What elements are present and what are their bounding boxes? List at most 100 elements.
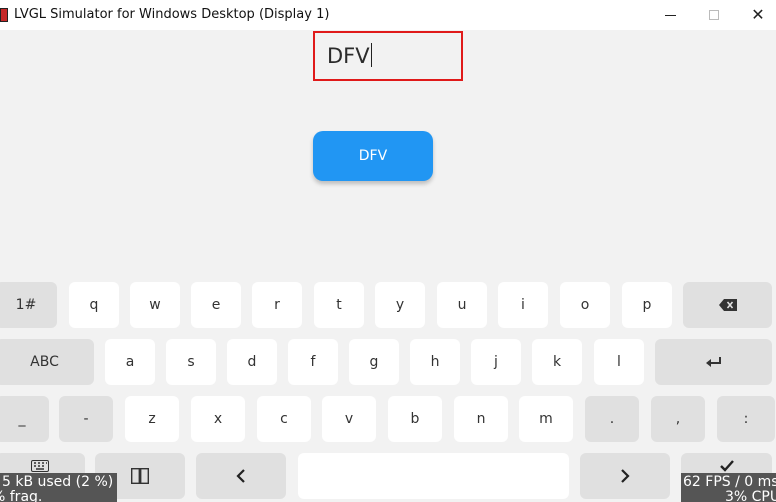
key-label: t [336, 297, 342, 313]
key-c[interactable]: c [257, 396, 311, 442]
minimize-icon [664, 14, 676, 16]
key-f[interactable]: f [288, 339, 338, 385]
dfv-button[interactable]: DFV [313, 131, 433, 181]
key-q[interactable]: q [69, 282, 119, 328]
key-label: . [609, 411, 615, 427]
maximize-icon [709, 10, 719, 20]
key-label: : [743, 411, 749, 427]
key-label: o [580, 297, 590, 313]
close-icon: ✕ [751, 5, 765, 24]
dfv-button-label: DFV [358, 148, 388, 164]
key-label: y [395, 297, 405, 313]
key-label: b [410, 411, 420, 427]
key-o[interactable]: o [560, 282, 610, 328]
key-y[interactable]: y [375, 282, 425, 328]
key-x[interactable]: x [191, 396, 245, 442]
key-l[interactable]: l [594, 339, 644, 385]
key-space[interactable] [298, 453, 569, 499]
key-underscore[interactable]: _ [0, 396, 49, 442]
memory-frag-text: % frag. [0, 489, 43, 502]
fps-text: 62 FPS / 0 ms [683, 474, 776, 490]
key-dash[interactable]: - [59, 396, 113, 442]
key-g[interactable]: g [349, 339, 399, 385]
key-label: w [149, 297, 161, 313]
key-label: u [457, 297, 467, 313]
key-n[interactable]: n [454, 396, 508, 442]
key-backspace[interactable] [683, 282, 772, 328]
text-area-value: DFV [327, 44, 370, 68]
maximize-button[interactable] [694, 0, 734, 30]
text-area[interactable]: DFV [313, 31, 463, 81]
key-e[interactable]: e [191, 282, 241, 328]
key-j[interactable]: j [471, 339, 521, 385]
key-i[interactable]: i [498, 282, 548, 328]
key-label: f [310, 354, 316, 370]
key-label: , [675, 411, 681, 427]
arrow-right-icon [621, 469, 630, 483]
key-abc-mode[interactable]: ABC [0, 339, 94, 385]
key-k[interactable]: k [532, 339, 582, 385]
text-cursor [370, 43, 373, 67]
key-a[interactable]: a [105, 339, 155, 385]
key-m[interactable]: m [519, 396, 573, 442]
window-title: LVGL Simulator for Windows Desktop (Disp… [14, 7, 330, 22]
key-label: a [125, 354, 135, 370]
app-icon [0, 8, 8, 22]
key-b[interactable]: b [388, 396, 442, 442]
ok-icon [719, 460, 734, 472]
text-direction-icon [131, 468, 149, 484]
key-arrow-left[interactable] [196, 453, 286, 499]
key-label: d [247, 354, 257, 370]
memory-monitor: 5 kB used (2 %) % frag. [0, 473, 117, 502]
key-label: m [539, 411, 553, 427]
performance-monitor: 62 FPS / 0 ms 3% CPU [681, 473, 776, 502]
keyboard-icon [31, 460, 49, 472]
key-comma[interactable]: , [651, 396, 705, 442]
key-label: ABC [30, 354, 59, 370]
key-label: q [89, 297, 99, 313]
arrow-left-icon [236, 469, 245, 483]
key-label: h [430, 354, 440, 370]
key-label: 1# [15, 297, 37, 313]
key-label: i [521, 297, 525, 313]
key-u[interactable]: u [437, 282, 487, 328]
key-p[interactable]: p [622, 282, 672, 328]
key-label: _ [18, 411, 26, 427]
key-numbers-mode[interactable]: 1# [0, 282, 57, 328]
key-label: j [494, 354, 498, 370]
key-label: - [83, 411, 89, 427]
key-d[interactable]: d [227, 339, 277, 385]
simulator-window: LVGL Simulator for Windows Desktop (Disp… [0, 0, 776, 502]
enter-icon [705, 357, 721, 367]
key-label: e [211, 297, 221, 313]
minimize-button[interactable] [650, 0, 690, 30]
key-w[interactable]: w [130, 282, 180, 328]
key-label: z [148, 411, 156, 427]
key-r[interactable]: r [252, 282, 302, 328]
key-v[interactable]: v [322, 396, 376, 442]
close-button[interactable]: ✕ [738, 0, 776, 30]
cpu-text: 3% CPU [725, 489, 776, 502]
backspace-icon [718, 299, 737, 311]
memory-used-text: 5 kB used (2 %) [2, 474, 114, 490]
key-label: x [213, 411, 223, 427]
key-label: k [552, 354, 562, 370]
key-period[interactable]: . [585, 396, 639, 442]
key-arrow-right[interactable] [580, 453, 670, 499]
key-label: r [274, 297, 280, 313]
key-s[interactable]: s [166, 339, 216, 385]
key-z[interactable]: z [125, 396, 179, 442]
key-t[interactable]: t [314, 282, 364, 328]
key-label: g [369, 354, 379, 370]
key-label: v [344, 411, 354, 427]
key-h[interactable]: h [410, 339, 460, 385]
on-screen-keyboard: 1# q w e r t y u i o p ABC a s d f g h j… [0, 265, 776, 502]
key-colon[interactable]: : [717, 396, 775, 442]
key-enter[interactable] [655, 339, 772, 385]
key-label: n [476, 411, 486, 427]
key-label: l [617, 354, 621, 370]
key-label: p [642, 297, 652, 313]
key-label: c [280, 411, 288, 427]
key-label: s [187, 354, 195, 370]
text-area-content: DFV [327, 43, 373, 68]
